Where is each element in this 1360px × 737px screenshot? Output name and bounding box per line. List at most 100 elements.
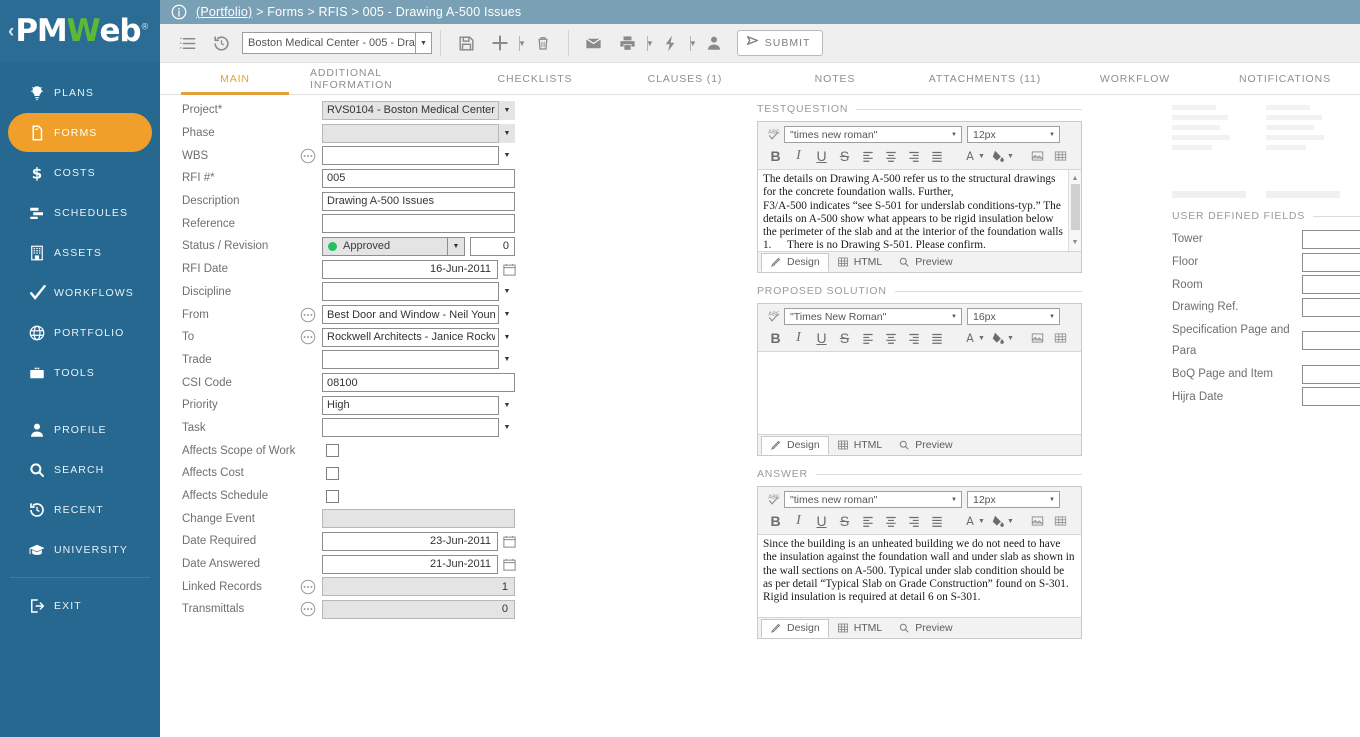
underline-button[interactable]: U: [810, 147, 833, 165]
to-ellipsis-button[interactable]: [298, 329, 318, 345]
align-left-icon[interactable]: [856, 147, 879, 165]
align-right-icon[interactable]: [902, 512, 925, 530]
bold-button[interactable]: B: [764, 147, 787, 165]
lightning-icon[interactable]: [654, 28, 688, 58]
tab-workflow[interactable]: WORKFLOW: [1060, 63, 1210, 94]
chevron-down-icon[interactable]: ▼: [646, 39, 654, 48]
printer-icon[interactable]: [611, 28, 645, 58]
align-left-icon[interactable]: [856, 512, 879, 530]
trash-icon[interactable]: [526, 28, 560, 58]
design-tab[interactable]: Design: [761, 252, 829, 272]
design-tab[interactable]: Design: [761, 618, 829, 638]
sidebar-item-profile[interactable]: PROFILE: [8, 410, 152, 449]
align-justify-icon[interactable]: [925, 329, 948, 347]
scrollbar-thumb[interactable]: [1071, 184, 1080, 230]
scroll-down-icon[interactable]: ▼: [1072, 236, 1079, 249]
affects-cost-checkbox[interactable]: [326, 466, 339, 480]
from-ellipsis-button[interactable]: [298, 307, 318, 323]
spellcheck-icon[interactable]: ABC: [764, 309, 784, 324]
sidebar-item-schedules[interactable]: SCHEDULES: [8, 193, 152, 232]
plus-icon[interactable]: [483, 28, 517, 58]
italic-button[interactable]: I: [787, 512, 810, 530]
chevron-down-icon[interactable]: ▼: [1045, 497, 1059, 503]
chevron-down-icon[interactable]: ▼: [498, 146, 515, 166]
spellcheck-icon[interactable]: ABC: [764, 127, 784, 142]
align-justify-icon[interactable]: [925, 512, 948, 530]
date-answered-input[interactable]: 21-Jun-2011: [322, 554, 516, 574]
tab-clauses[interactable]: CLAUSES (1): [610, 63, 760, 94]
chevron-down-icon[interactable]: ▼: [447, 237, 464, 255]
chevron-down-icon[interactable]: ▼: [498, 395, 515, 415]
hijra-date-input[interactable]: [1302, 387, 1360, 407]
sidebar-item-recent[interactable]: RECENT: [8, 490, 152, 529]
font-size-select[interactable]: 12px ▼: [967, 491, 1060, 508]
chevron-down-icon[interactable]: ▼: [978, 518, 985, 525]
sidebar-item-exit[interactable]: EXIT: [8, 586, 152, 625]
csi-code-input[interactable]: 08100: [322, 373, 515, 393]
description-input[interactable]: Drawing A-500 Issues: [322, 191, 515, 211]
person-icon[interactable]: [697, 28, 731, 58]
affects-scope-checkbox[interactable]: [326, 444, 339, 458]
italic-button[interactable]: I: [787, 329, 810, 347]
tower-select[interactable]: ▼: [1302, 229, 1360, 249]
calendar-icon[interactable]: [502, 534, 517, 554]
sidebar-item-university[interactable]: UNIVERSITY: [8, 530, 152, 569]
floor-select[interactable]: ▼: [1302, 252, 1360, 272]
design-tab[interactable]: Design: [761, 435, 829, 455]
chevron-down-icon[interactable]: ▼: [415, 33, 431, 53]
phase-select[interactable]: ▼: [322, 123, 515, 143]
specification-page-input[interactable]: [1302, 331, 1360, 351]
italic-button[interactable]: I: [787, 147, 810, 165]
sidebar-item-forms[interactable]: FORMS: [8, 113, 152, 152]
underline-button[interactable]: U: [810, 329, 833, 347]
align-right-icon[interactable]: [902, 147, 925, 165]
room-select[interactable]: ▼: [1302, 275, 1360, 295]
reference-input[interactable]: [322, 214, 515, 234]
tab-notes[interactable]: NOTES: [760, 63, 910, 94]
chevron-down-icon[interactable]: ▼: [498, 327, 515, 347]
table-icon[interactable]: [1049, 512, 1072, 530]
to-select[interactable]: Rockwell Architects - Janice Rockwell ▼: [322, 327, 515, 347]
boq-page-input[interactable]: [1302, 364, 1360, 384]
transmittals-ellipsis-button[interactable]: [298, 601, 318, 617]
image-icon[interactable]: [1026, 512, 1049, 530]
sidebar-item-assets[interactable]: ASSETS: [8, 233, 152, 272]
sidebar-item-workflows[interactable]: WORKFLOWS: [8, 273, 152, 312]
from-select[interactable]: Best Door and Window - Neil Youngers▼: [322, 305, 515, 325]
sidebar-item-plans[interactable]: PLANS: [8, 73, 152, 112]
history-icon[interactable]: [204, 28, 238, 58]
collapse-chevron-icon[interactable]: ‹: [8, 22, 14, 41]
align-justify-icon[interactable]: [925, 147, 948, 165]
affects-schedule-checkbox[interactable]: [326, 489, 339, 503]
list-icon[interactable]: [170, 28, 204, 58]
preview-tab[interactable]: Preview: [890, 253, 960, 272]
tab-main[interactable]: MAIN: [160, 63, 310, 95]
drawing-ref-input[interactable]: [1302, 297, 1360, 317]
sidebar-item-portfolio[interactable]: PORTFOLIO: [8, 313, 152, 352]
rfi-number-input[interactable]: 005: [322, 168, 515, 188]
font-family-select[interactable]: "times new roman" ▼: [784, 491, 962, 508]
table-icon[interactable]: [1049, 147, 1072, 165]
chevron-down-icon[interactable]: ▼: [1045, 132, 1059, 138]
sidebar-item-tools[interactable]: TOOLS: [8, 353, 152, 392]
chevron-down-icon[interactable]: ▼: [947, 497, 961, 503]
tab-checklists[interactable]: CHECKLISTS: [460, 63, 610, 94]
priority-select[interactable]: High ▼: [322, 395, 515, 415]
chevron-down-icon[interactable]: ▼: [498, 282, 515, 302]
task-select[interactable]: ▼: [322, 418, 515, 438]
testquestion-text[interactable]: The details on Drawing A-500 refer us to…: [758, 169, 1081, 251]
chevron-down-icon[interactable]: ▼: [518, 39, 526, 48]
spellcheck-icon[interactable]: ABC: [764, 492, 784, 507]
linked-records-ellipsis-button[interactable]: [298, 579, 318, 595]
chevron-down-icon[interactable]: ▼: [689, 39, 697, 48]
bold-button[interactable]: B: [764, 329, 787, 347]
image-icon[interactable]: [1026, 147, 1049, 165]
record-select[interactable]: Boston Medical Center - 005 - Drawi ▼: [242, 32, 432, 54]
date-required-input[interactable]: 23-Jun-2011: [322, 531, 516, 551]
chevron-down-icon[interactable]: ▼: [498, 350, 515, 370]
editor-scrollbar[interactable]: ▲ ▼: [1068, 170, 1081, 251]
chevron-down-icon[interactable]: ▼: [947, 132, 961, 138]
chevron-down-icon[interactable]: ▼: [947, 314, 961, 320]
strikethrough-button[interactable]: S: [833, 329, 856, 347]
font-family-select[interactable]: "times new roman" ▼: [784, 126, 962, 143]
